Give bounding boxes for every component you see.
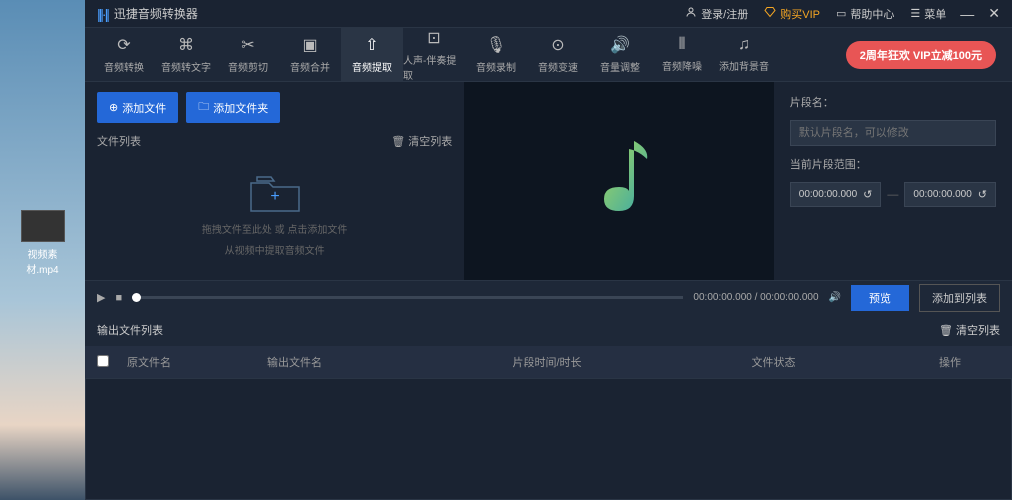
tool-audio-cut[interactable]: ✂音频剪切 [217, 28, 279, 82]
help-icon: ▭ [836, 7, 846, 20]
music-note-icon [579, 131, 659, 231]
output-table-header: 原文件名 输出文件名 片段时间/时长 文件状态 操作 [85, 346, 1012, 378]
menu-button[interactable]: ☰ 菜单 [910, 6, 946, 22]
svg-text:+: + [270, 188, 279, 205]
plus-icon: ⊕ [109, 101, 118, 114]
add-file-button[interactable]: ⊕添加文件 [97, 92, 178, 123]
promo-badge[interactable]: 2周年狂欢 VIP立减100元 [846, 41, 996, 69]
tool-add-bgm[interactable]: ♫添加背景音 [713, 28, 775, 82]
play-button[interactable]: ▶ [97, 291, 105, 304]
tool-audio-extract[interactable]: ⇧音频提取 [341, 28, 403, 82]
tool-audio-speed[interactable]: ⊙音频变速 [527, 28, 589, 82]
minimize-button[interactable]: — [960, 6, 974, 22]
output-title: 输出文件列表 [97, 322, 163, 338]
text-icon: ⌘ [178, 35, 194, 55]
menu-icon: ☰ [910, 7, 920, 20]
tool-vocal-separate[interactable]: ⊡人声-伴奏提取 [403, 28, 465, 82]
reset-end-icon[interactable]: ↺ [978, 188, 987, 201]
tool-audio-to-text[interactable]: ⌘音频转文字 [155, 28, 217, 82]
segment-name-input[interactable] [790, 120, 996, 146]
app-logo-icon: |||·|| [97, 6, 108, 22]
mic-icon: 🎙 [486, 35, 506, 55]
trash-icon: 🗑 [939, 324, 953, 337]
start-time-input[interactable]: 00:00:00.000↺ [790, 182, 882, 207]
bgm-icon: ♫ [738, 36, 750, 54]
range-dash: — [887, 189, 898, 201]
tool-audio-merge[interactable]: ▣音频合并 [279, 28, 341, 82]
col-segment-time: 片段时间/时长 [447, 354, 647, 370]
add-to-list-button[interactable]: 添加到列表 [919, 284, 1000, 312]
app-title: 迅捷音频转换器 [114, 5, 198, 22]
login-button[interactable]: 登录/注册 [685, 6, 748, 22]
seg-name-label: 片段名： [790, 94, 996, 110]
diamond-icon [764, 6, 776, 21]
extract-icon: ⇧ [365, 35, 378, 55]
tool-audio-convert[interactable]: ⟳音频转换 [93, 28, 155, 82]
clear-output-button[interactable]: 🗑清空列表 [939, 322, 1000, 338]
tool-audio-record[interactable]: 🎙音频录制 [465, 28, 527, 82]
dropzone-folder-icon: + [247, 171, 303, 215]
user-icon [685, 6, 697, 21]
time-display: 00:00:00.000 / 00:00:00.000 [693, 292, 818, 303]
col-status: 文件状态 [647, 354, 900, 370]
reset-start-icon[interactable]: ↺ [863, 188, 872, 201]
range-label: 当前片段范围： [790, 156, 996, 172]
folder-icon: 🗀 [198, 98, 209, 117]
select-all-checkbox[interactable] [97, 355, 109, 367]
preview-button[interactable]: 预览 [851, 285, 909, 311]
main-toolbar: ⟳音频转换 ⌘音频转文字 ✂音频剪切 ▣音频合并 ⇧音频提取 ⊡人声-伴奏提取 … [85, 28, 1012, 82]
file-list-label: 文件列表 [97, 133, 141, 149]
volume-button[interactable]: 🔊 [829, 292, 841, 303]
main-row: ⊕添加文件 🗀添加文件夹 文件列表 🗑清空列表 + 拖拽文件至此处 或 点击添加… [85, 82, 1012, 280]
preview-panel [464, 82, 774, 280]
col-source-name: 原文件名 [127, 354, 267, 370]
trash-icon: 🗑 [391, 135, 405, 148]
tool-noise-reduce[interactable]: ⦀音频降噪 [651, 28, 713, 82]
stop-button[interactable]: ■ [115, 292, 122, 304]
segment-panel: 片段名： 当前片段范围： 00:00:00.000↺ — 00:00:00.00… [774, 82, 1012, 280]
drop-hint-1: 拖拽文件至此处 或 点击添加文件 [202, 221, 348, 236]
file-thumbnail [21, 210, 65, 242]
output-section: 输出文件列表 🗑清空列表 原文件名 输出文件名 片段时间/时长 文件状态 操作 [85, 314, 1012, 500]
buy-vip-button[interactable]: 购买VIP [764, 6, 820, 22]
progress-slider[interactable] [132, 296, 683, 299]
player-bar: ▶ ■ 00:00:00.000 / 00:00:00.000 🔊 预览 添加到… [85, 280, 1012, 314]
convert-icon: ⟳ [117, 35, 130, 55]
titlebar: |||·|| 迅捷音频转换器 登录/注册 购买VIP ▭ 帮助中心 ☰ 菜单 —… [85, 0, 1012, 28]
output-table-body [85, 378, 1012, 500]
clear-list-button[interactable]: 🗑清空列表 [391, 133, 452, 149]
noise-icon: ⦀ [678, 36, 685, 54]
scissors-icon: ✂ [241, 35, 254, 55]
vocal-icon: ⊡ [427, 28, 440, 48]
end-time-input[interactable]: 00:00:00.000↺ [904, 182, 996, 207]
close-button[interactable]: ✕ [988, 5, 1000, 22]
file-panel: ⊕添加文件 🗀添加文件夹 文件列表 🗑清空列表 + 拖拽文件至此处 或 点击添加… [85, 82, 464, 280]
help-button[interactable]: ▭ 帮助中心 [836, 6, 894, 22]
drop-hint-2: 从视频中提取音频文件 [225, 242, 325, 257]
volume-icon: 🔊 [610, 35, 630, 55]
dropzone[interactable]: + 拖拽文件至此处 或 点击添加文件 从视频中提取音频文件 [97, 157, 452, 270]
tool-volume-adjust[interactable]: 🔊音量调整 [589, 28, 651, 82]
file-name: 视频素材.mp4 [15, 246, 70, 276]
desktop-file[interactable]: 视频素材.mp4 [15, 210, 70, 276]
add-folder-button[interactable]: 🗀添加文件夹 [186, 92, 280, 123]
app-window: |||·|| 迅捷音频转换器 登录/注册 购买VIP ▭ 帮助中心 ☰ 菜单 —… [85, 0, 1012, 500]
merge-icon: ▣ [302, 35, 317, 55]
col-actions: 操作 [900, 354, 1000, 370]
speed-icon: ⊙ [551, 35, 564, 55]
col-output-name: 输出文件名 [267, 354, 447, 370]
